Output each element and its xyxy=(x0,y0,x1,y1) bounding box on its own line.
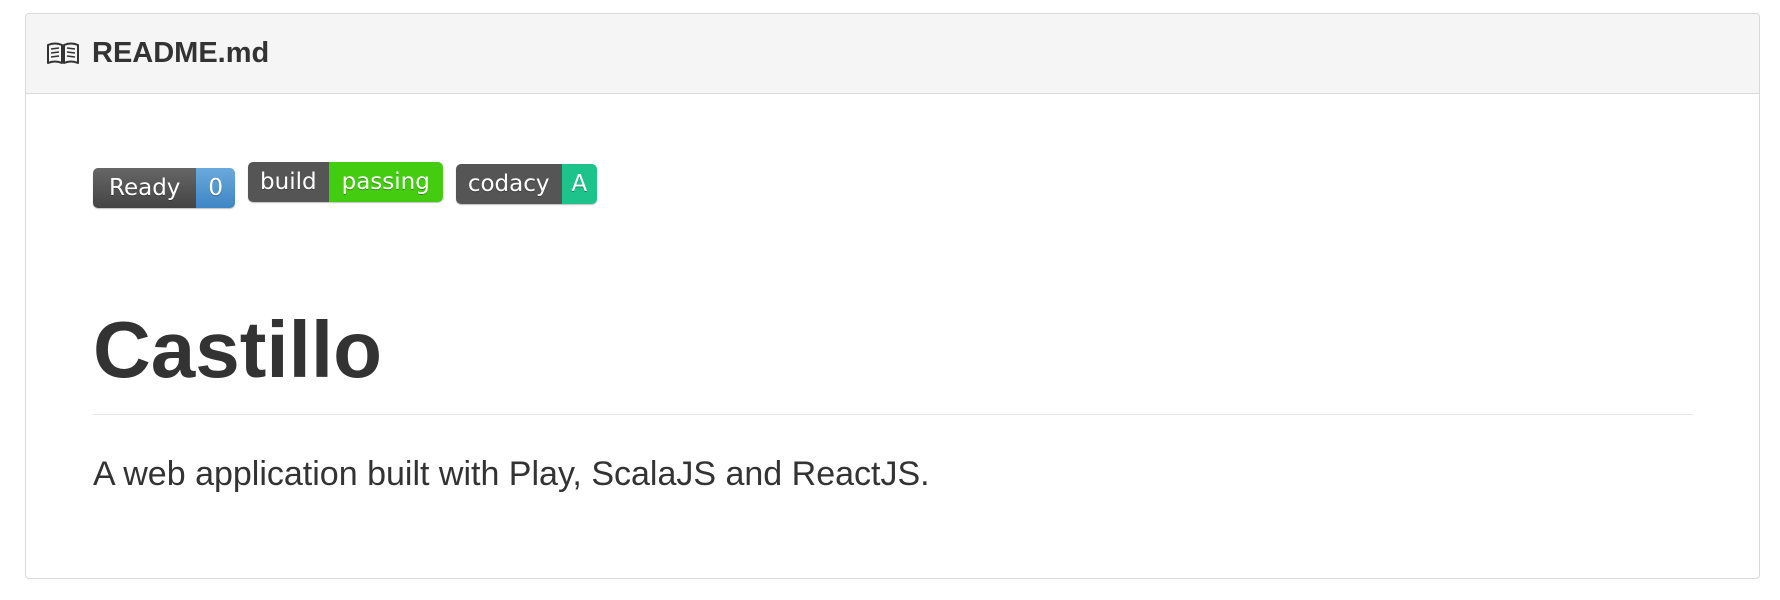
codacy-badge-label: codacy xyxy=(455,164,562,204)
readme-body: Ready 0 build passing codacy A Castillo … xyxy=(26,162,1759,494)
ready-badge-value: 0 xyxy=(196,168,236,208)
ready-badge-label: Ready xyxy=(93,168,197,208)
project-title: Castillo xyxy=(93,310,1693,415)
build-badge-value: passing xyxy=(328,162,443,202)
codacy-badge[interactable]: codacy A xyxy=(455,164,598,204)
project-description: A web application built with Play, Scala… xyxy=(93,455,930,493)
book-icon xyxy=(46,42,80,66)
badge-row: Ready 0 build passing codacy A xyxy=(93,162,1693,212)
build-badge-label: build xyxy=(248,162,329,202)
readme-panel: README.md Ready 0 build passing codacy A… xyxy=(25,13,1760,579)
build-badge[interactable]: build passing xyxy=(248,162,443,202)
ready-badge[interactable]: Ready 0 xyxy=(93,168,236,208)
readme-header: README.md xyxy=(26,14,1759,94)
codacy-badge-value: A xyxy=(561,164,598,204)
readme-filename: README.md xyxy=(92,37,270,69)
